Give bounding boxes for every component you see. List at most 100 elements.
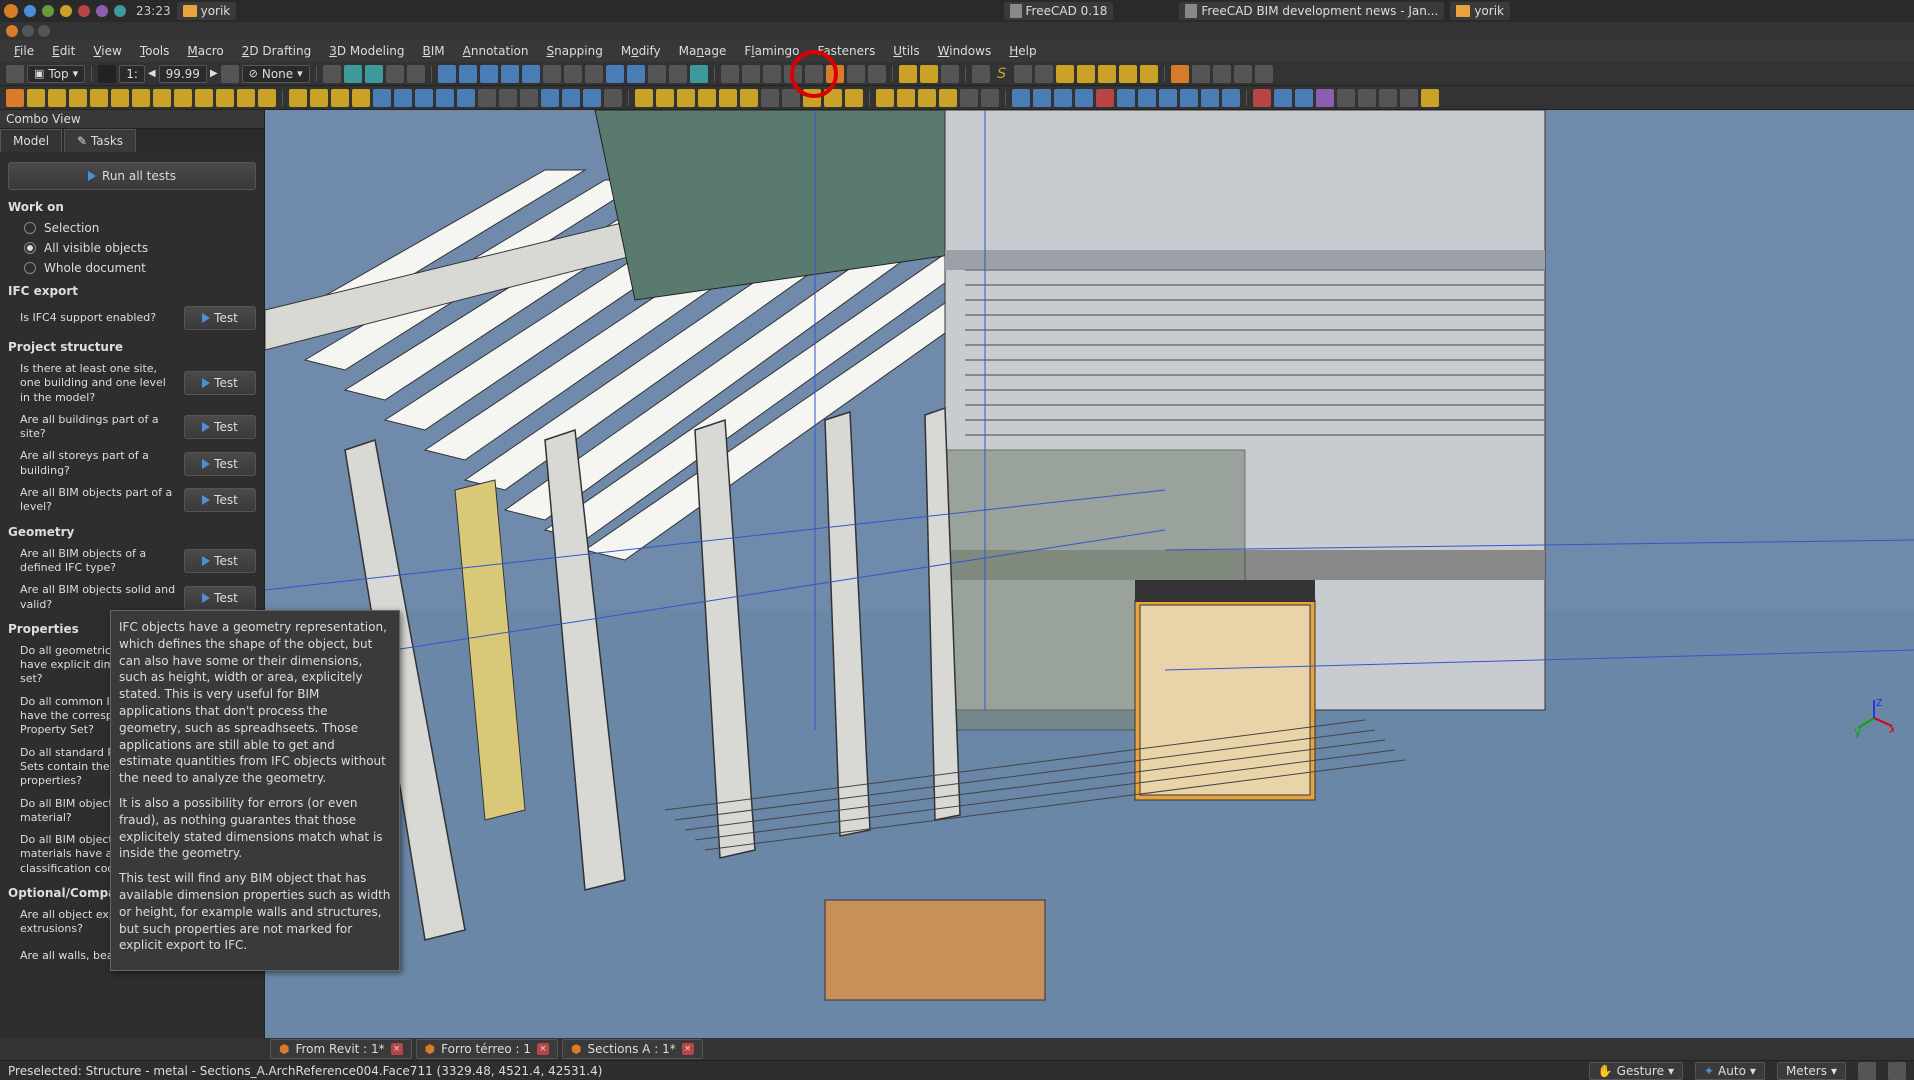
- tool-icon[interactable]: [897, 89, 915, 107]
- tool-icon[interactable]: [698, 89, 716, 107]
- tool-icon[interactable]: [761, 89, 779, 107]
- tool-icon[interactable]: [1316, 89, 1334, 107]
- menu-utils[interactable]: Utils: [885, 42, 927, 60]
- menu-bim[interactable]: BIM: [415, 42, 453, 60]
- tool-icon[interactable]: [635, 89, 653, 107]
- tool-icon[interactable]: [604, 89, 622, 107]
- view-selector[interactable]: ▣ Top ▾: [27, 65, 85, 83]
- tool-icon[interactable]: [352, 89, 370, 107]
- tool-icon[interactable]: [721, 65, 739, 83]
- minimize-icon[interactable]: [22, 25, 34, 37]
- close-icon[interactable]: ×: [682, 1043, 694, 1055]
- tool-icon[interactable]: [386, 65, 404, 83]
- tool-icon[interactable]: [1192, 65, 1210, 83]
- menu-tools[interactable]: Tools: [132, 42, 178, 60]
- tool-icon[interactable]: [1379, 89, 1397, 107]
- units-selector[interactable]: Meters ▾: [1777, 1062, 1846, 1080]
- tool-icon[interactable]: [520, 89, 538, 107]
- menu-modify[interactable]: Modify: [613, 42, 669, 60]
- tool-icon[interactable]: [237, 89, 255, 107]
- tool-icon[interactable]: [1358, 89, 1376, 107]
- tool-icon[interactable]: [1201, 89, 1219, 107]
- radio-whole-document[interactable]: Whole document: [4, 258, 260, 278]
- tool-icon[interactable]: [939, 89, 957, 107]
- tool-icon[interactable]: [1253, 89, 1271, 107]
- tool-icon[interactable]: [394, 89, 412, 107]
- test-button[interactable]: Test: [184, 371, 256, 395]
- tool-icon[interactable]: [677, 89, 695, 107]
- test-button[interactable]: Test: [184, 549, 256, 573]
- tool-icon[interactable]: [876, 89, 894, 107]
- tool-icon[interactable]: [585, 65, 603, 83]
- tool-icon[interactable]: [1171, 65, 1189, 83]
- tool-icon[interactable]: [373, 89, 391, 107]
- nav-style-selector[interactable]: ✋ Gesture ▾: [1589, 1062, 1683, 1080]
- tool-icon[interactable]: [522, 65, 540, 83]
- menu-3d-modeling[interactable]: 3D Modeling: [321, 42, 412, 60]
- test-button[interactable]: Test: [184, 452, 256, 476]
- document-tab[interactable]: ⬢Forro térreo : 1×: [416, 1039, 558, 1059]
- tool-icon[interactable]: [564, 65, 582, 83]
- tool-icon[interactable]: [480, 65, 498, 83]
- tool-icon[interactable]: [331, 89, 349, 107]
- tool-icon[interactable]: [920, 65, 938, 83]
- tool-icon[interactable]: [541, 89, 559, 107]
- test-button[interactable]: Test: [184, 415, 256, 439]
- tool-icon[interactable]: [1159, 89, 1177, 107]
- tool-icon[interactable]: [543, 65, 561, 83]
- tool-icon[interactable]: [918, 89, 936, 107]
- test-button[interactable]: Test: [184, 488, 256, 512]
- tool-icon[interactable]: [1033, 89, 1051, 107]
- tool-icon[interactable]: [1098, 65, 1116, 83]
- tool-icon[interactable]: [436, 89, 454, 107]
- tool-icon[interactable]: [1295, 89, 1313, 107]
- color-swatch[interactable]: [98, 65, 116, 83]
- tool-icon[interactable]: [27, 89, 45, 107]
- grid-icon[interactable]: [323, 65, 341, 83]
- tool-icon[interactable]: [690, 65, 708, 83]
- tool-icon[interactable]: [1012, 89, 1030, 107]
- tool-icon[interactable]: [289, 89, 307, 107]
- menu-macro[interactable]: Macro: [179, 42, 231, 60]
- app-icon[interactable]: [24, 5, 36, 17]
- maximize-icon[interactable]: [38, 25, 50, 37]
- none-selector[interactable]: ⊘ None ▾: [242, 65, 310, 83]
- app-icon[interactable]: [78, 5, 90, 17]
- tool-icon[interactable]: [310, 89, 328, 107]
- menu-fasteners[interactable]: Fasteners: [810, 42, 884, 60]
- app-icon[interactable]: [114, 5, 126, 17]
- run-all-tests-button[interactable]: Run all tests: [8, 162, 256, 190]
- tool-icon[interactable]: [763, 65, 781, 83]
- document-tab[interactable]: ⬢From Revit : 1*×: [270, 1039, 412, 1059]
- tool-icon[interactable]: [1096, 89, 1114, 107]
- menu-annotation[interactable]: Annotation: [455, 42, 537, 60]
- workbench-icon[interactable]: [6, 65, 24, 83]
- tool-icon[interactable]: [1400, 89, 1418, 107]
- tool-icon[interactable]: [1119, 65, 1137, 83]
- tool-icon[interactable]: [868, 65, 886, 83]
- menu-help[interactable]: Help: [1001, 42, 1044, 60]
- tool-icon[interactable]: [174, 89, 192, 107]
- tool-icon[interactable]: [805, 65, 823, 83]
- tool-icon[interactable]: [258, 89, 276, 107]
- tool-icon[interactable]: [845, 89, 863, 107]
- tool-icon[interactable]: [365, 65, 383, 83]
- tool-icon[interactable]: [824, 89, 842, 107]
- tool-icon[interactable]: [583, 89, 601, 107]
- tool-icon[interactable]: [153, 89, 171, 107]
- tab-model[interactable]: Model: [0, 129, 62, 152]
- tool-icon[interactable]: [899, 65, 917, 83]
- tool-icon[interactable]: [606, 65, 624, 83]
- tool-icon[interactable]: [48, 89, 66, 107]
- tool-icon[interactable]: [1054, 89, 1072, 107]
- tool-icon[interactable]: [1180, 89, 1198, 107]
- document-tab[interactable]: ⬢Sections A : 1*×: [562, 1039, 703, 1059]
- tool-icon[interactable]: [195, 89, 213, 107]
- tool-icon[interactable]: [719, 89, 737, 107]
- tool-icon[interactable]: [111, 89, 129, 107]
- menu-view[interactable]: View: [85, 42, 129, 60]
- tool-icon[interactable]: [216, 89, 234, 107]
- tool-icon[interactable]: [562, 89, 580, 107]
- tool-icon[interactable]: [1234, 65, 1252, 83]
- close-icon[interactable]: ×: [391, 1043, 403, 1055]
